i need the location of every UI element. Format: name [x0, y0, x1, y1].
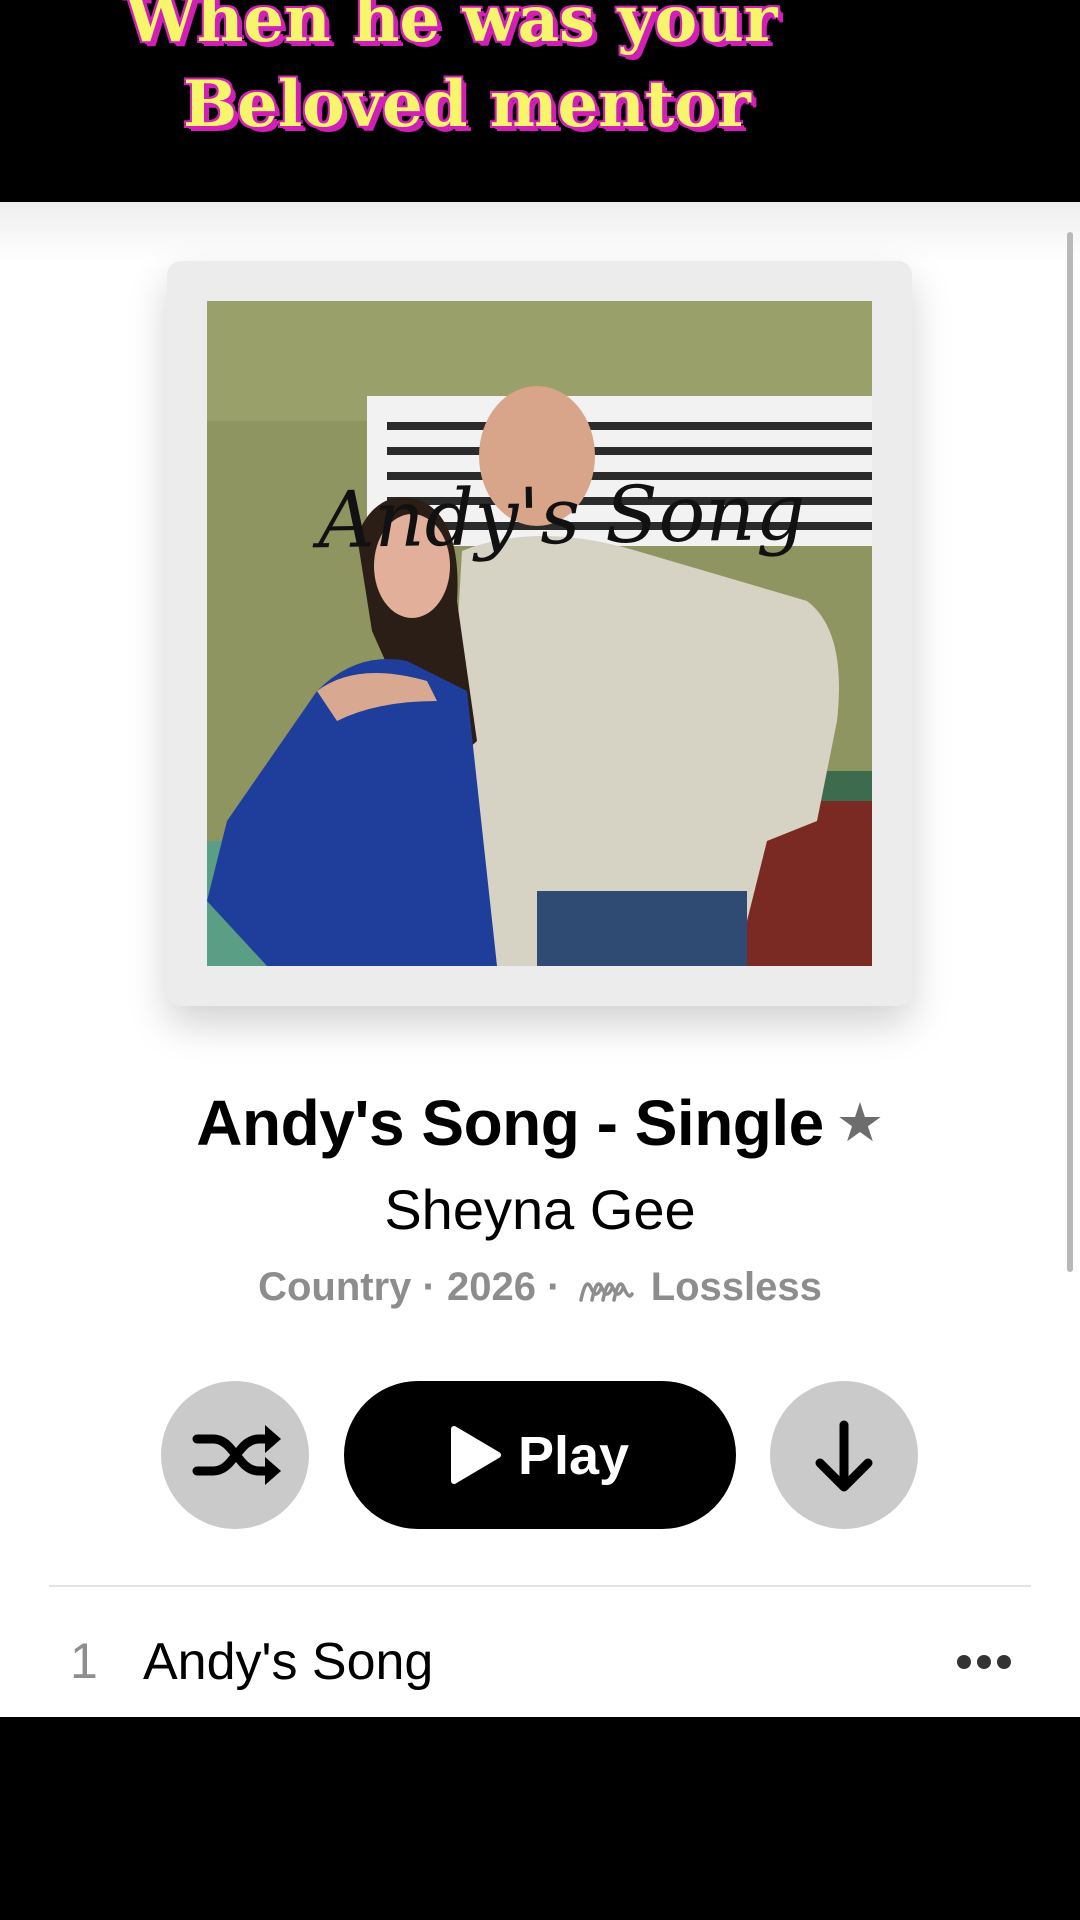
shuffle-icon [192, 1425, 281, 1485]
divider [49, 1585, 1031, 1587]
meta-separator: · [422, 1265, 436, 1309]
more-options-icon[interactable] [952, 1642, 1016, 1682]
track-title: Andy's Song [143, 1633, 434, 1691]
play-label: Play [518, 1426, 630, 1486]
top-shadow [0, 202, 1080, 262]
artist-name[interactable]: Sheyna Gee [0, 1177, 1080, 1242]
download-icon [815, 1420, 873, 1492]
album-title-text: Andy's Song - Single [196, 1087, 824, 1159]
shuffle-button[interactable] [161, 1381, 309, 1529]
album-page: Andy's Song Andy's Song - Single ★ Sheyna… [0, 202, 1080, 1717]
year-label: 2026 [447, 1265, 536, 1309]
video-caption-overlay: When he was your Beloved mentor [0, 0, 1080, 202]
lossless-icon [578, 1282, 634, 1302]
play-button[interactable]: Play [344, 1381, 736, 1529]
caption-line-1: When he was your [125, 0, 778, 57]
album-metadata: Country · 2026 · Lossless [0, 1265, 1080, 1310]
download-button[interactable] [770, 1381, 918, 1529]
star-icon: ★ [835, 1093, 884, 1153]
album-photo [207, 301, 872, 966]
track-number: 1 [70, 1633, 98, 1689]
play-icon [451, 1426, 501, 1484]
genre-label: Country [258, 1265, 412, 1309]
caption-line-2: Beloved mentor [183, 67, 751, 142]
album-title: Andy's Song - Single ★ [0, 1086, 1080, 1160]
album-artwork [167, 261, 912, 1006]
meta-separator: · [547, 1265, 561, 1309]
photo-illustration [207, 301, 872, 966]
artwork-handwritten-title: Andy's Song [317, 467, 807, 567]
quality-label: Lossless [650, 1265, 822, 1309]
